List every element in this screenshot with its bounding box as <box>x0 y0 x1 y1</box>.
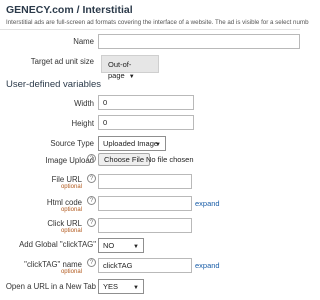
help-icon[interactable]: ? <box>87 218 96 227</box>
help-icon[interactable]: ? <box>87 174 96 183</box>
target-ad-unit-size-value: Out-of-page <box>108 60 132 80</box>
help-icon[interactable]: ? <box>87 196 96 205</box>
html-code-input[interactable] <box>98 196 192 211</box>
section-title: User-defined variables <box>6 79 102 90</box>
choose-file-button[interactable]: Choose File <box>98 153 151 166</box>
page-title: GENECY.com / Interstitial <box>6 4 133 16</box>
click-url-optional: optional <box>60 228 82 234</box>
clicktag-name-input[interactable]: clickTAG <box>98 258 192 273</box>
height-label: Height <box>71 119 94 128</box>
file-url-optional: optional <box>60 184 82 190</box>
name-label: Name <box>73 37 94 46</box>
target-ad-unit-size-label: Target ad unit size <box>30 57 94 66</box>
height-input[interactable]: 0 <box>98 115 194 130</box>
help-icon[interactable]: ? <box>87 258 96 267</box>
open-new-tab-label: Open a URL in a New Tab <box>5 282 96 291</box>
chevron-down-icon: ▼ <box>133 244 139 250</box>
width-label: Width <box>74 99 94 108</box>
file-url-input[interactable] <box>98 174 192 189</box>
source-type-select[interactable]: Uploaded Image ▼ <box>98 136 166 151</box>
clicktag-name-expand-link[interactable]: expand <box>195 261 220 270</box>
source-type-label: Source Type <box>50 139 94 148</box>
image-upload-label: Image Upload <box>45 156 94 165</box>
page-description: Interstitial ads are full-screen ad form… <box>6 19 309 26</box>
source-type-value: Uploaded Image <box>103 139 159 148</box>
chevron-down-icon: ▼ <box>133 285 139 291</box>
open-new-tab-value: YES <box>103 282 119 291</box>
add-global-clicktag-label: Add Global "clickTAG" <box>19 240 96 249</box>
name-input[interactable] <box>98 34 300 49</box>
add-global-clicktag-value: NO <box>103 241 115 250</box>
click-url-input[interactable] <box>98 218 192 233</box>
html-code-expand-link[interactable]: expand <box>195 199 220 208</box>
click-url-label: Click URL <box>47 219 82 228</box>
divider <box>0 29 300 30</box>
open-new-tab-select[interactable]: YES ▼ <box>98 279 144 294</box>
width-input[interactable]: 0 <box>98 95 194 110</box>
clicktag-name-label: "clickTAG" name <box>24 260 82 269</box>
html-code-optional: optional <box>60 207 82 213</box>
add-global-clicktag-select[interactable]: NO ▼ <box>98 238 144 253</box>
chevron-down-icon: ▼ <box>128 74 135 80</box>
file-status: No file chosen <box>146 155 194 164</box>
help-icon[interactable]: ? <box>87 154 96 163</box>
clicktag-name-optional: optional <box>60 269 82 275</box>
target-ad-unit-size-select[interactable]: Out-of-page ▼ <box>101 55 159 80</box>
file-url-label: File URL <box>51 175 82 184</box>
html-code-label: Html code <box>46 198 82 207</box>
chevron-down-icon: ▼ <box>155 142 161 148</box>
